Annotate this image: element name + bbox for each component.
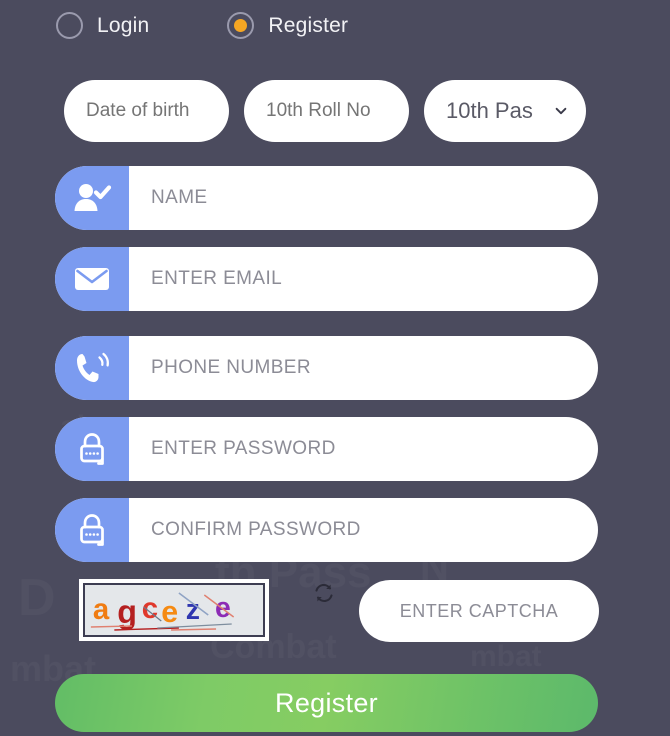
chevron-down-icon	[555, 107, 567, 115]
phone-input[interactable]	[129, 336, 598, 400]
field-row-password	[55, 417, 598, 481]
radio-dot	[234, 19, 248, 32]
radio-label-register: Register	[268, 13, 349, 37]
mode-selector: Login Register	[0, 12, 348, 39]
date-of-birth-input[interactable]	[64, 80, 229, 142]
captcha-image-inner: a g c e z e	[83, 583, 265, 637]
radio-selected-icon[interactable]	[227, 12, 255, 39]
qualification-selected-value: 10th Pas	[446, 98, 533, 123]
field-row-phone	[55, 336, 598, 400]
ghost-text: mbat	[470, 640, 542, 674]
qualification-select[interactable]: 10th Pas	[424, 80, 586, 142]
phone-ringing-icon	[55, 336, 129, 400]
roll-number-input[interactable]	[244, 80, 409, 142]
email-input[interactable]	[129, 247, 598, 311]
captcha-image: a g c e z e	[79, 579, 269, 641]
confirm-password-input[interactable]	[129, 498, 598, 562]
lock-icon	[55, 417, 129, 481]
password-input[interactable]	[129, 417, 598, 481]
field-row-name	[55, 166, 598, 230]
captcha-glyphs: a g c e z e	[90, 592, 235, 631]
registration-form-page: D th Pass Combat N mbat al mbat Login Re…	[0, 0, 670, 736]
ghost-text: D	[18, 568, 56, 628]
refresh-icon	[315, 584, 333, 602]
name-input[interactable]	[129, 166, 598, 230]
radio-option-login[interactable]: Login	[56, 12, 149, 39]
field-row-confirm-password	[55, 498, 598, 562]
envelope-icon	[55, 247, 129, 311]
lock-icon	[55, 498, 129, 562]
top-field-row: 10th Pas	[64, 80, 586, 142]
svg-text:a: a	[93, 593, 110, 626]
register-submit-button[interactable]: Register	[55, 674, 598, 732]
refresh-captcha-button[interactable]	[309, 578, 339, 608]
svg-text:g: g	[117, 593, 137, 630]
radio-label-login: Login	[97, 13, 150, 37]
svg-text:c: c	[142, 592, 158, 625]
field-row-email	[55, 247, 598, 311]
radio-unselected-icon[interactable]	[56, 12, 83, 39]
radio-option-register[interactable]: Register	[227, 12, 348, 39]
svg-text:e: e	[215, 592, 231, 624]
svg-text:z: z	[186, 594, 200, 626]
user-check-icon	[55, 166, 129, 230]
svg-text:e: e	[161, 595, 178, 629]
captcha-input[interactable]	[359, 580, 599, 642]
